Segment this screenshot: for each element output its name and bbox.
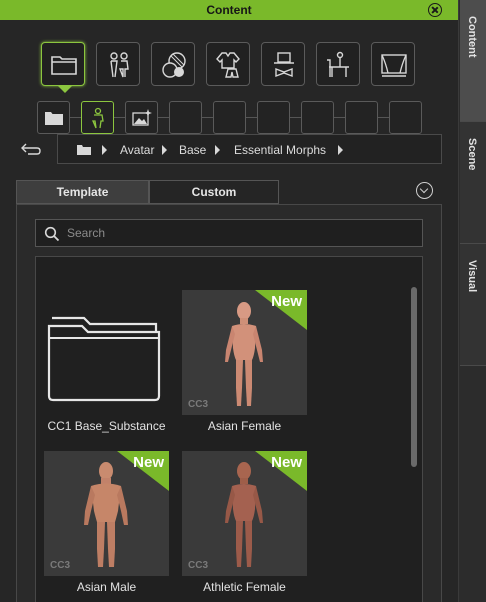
folder-icon[interactable] [76,143,92,156]
avatar-thumbnail: New CC3 [44,451,169,576]
cc3-tag: CC3 [188,399,209,410]
sub-avatar-button[interactable] [81,101,114,134]
sub-empty-slot[interactable] [301,101,334,134]
materials-icon [162,52,186,78]
category-stage-button[interactable] [371,42,415,86]
image-edit-icon [132,109,152,126]
search-icon [44,226,60,242]
breadcrumb: Avatar Base Essential Morphs [57,134,442,164]
breadcrumb-arrow [215,145,220,155]
prop-icon [327,51,349,77]
tab-template[interactable]: Template [16,180,149,204]
folder-thumbnail [44,290,169,415]
item-label: Asian Female [207,419,282,433]
cc3-tag: CC3 [50,560,71,571]
back-arrow-icon[interactable] [20,142,42,156]
category-materials-button[interactable] [151,42,195,86]
new-badge-label: New [271,293,302,310]
item-label: CC1 Base_Substance [47,419,166,433]
sub-empty-slot[interactable] [345,101,378,134]
breadcrumb-arrow [102,145,107,155]
search-box [35,219,423,247]
avatar-thumbnail: New CC3 [182,290,307,415]
folder-icon [51,56,77,75]
close-icon[interactable] [428,3,442,17]
category-avatar-button[interactable] [96,42,140,86]
tab-scene[interactable]: Scene [460,122,486,244]
breadcrumb-arrow [162,145,167,155]
sub-empty-slot[interactable] [257,101,290,134]
category-clothes-button[interactable] [206,42,250,86]
tab-content-label: Content [466,16,478,58]
active-category-pointer [58,86,72,93]
window-title: Content [206,3,252,17]
avatar-thumbnail: New CC3 [182,451,307,576]
item-label: Asian Male [76,580,137,594]
item-label: Athletic Female [203,580,286,594]
chevron-down-icon[interactable] [416,182,433,199]
breadcrumb-arrow [338,145,343,155]
folder-icon [47,316,161,402]
category-prop-button[interactable] [316,42,360,86]
breadcrumb-base[interactable]: Base [179,143,206,157]
accessory-icon [274,52,294,78]
new-badge-label: New [271,454,302,471]
scrollbar-thumb[interactable] [411,287,417,467]
sub-folder-button[interactable] [37,101,70,134]
sub-image-button[interactable] [125,101,158,134]
tab-scene-label: Scene [466,138,478,171]
sub-empty-slot[interactable] [169,101,202,134]
clothes-icon [216,52,240,78]
sub-empty-slot[interactable] [389,101,422,134]
folder-icon [45,112,63,125]
search-input[interactable] [67,224,407,242]
avatar-pair-icon [110,52,129,78]
tab-content[interactable]: Content [460,0,486,122]
new-badge-label: New [133,454,164,471]
stage-icon [381,54,407,77]
avatar-body-icon [92,107,104,129]
breadcrumb-avatar[interactable]: Avatar [120,143,154,157]
title-bar: Content [0,0,458,20]
cc3-tag: CC3 [188,560,209,571]
category-accessory-button[interactable] [261,42,305,86]
tab-visual-label: Visual [466,260,478,293]
category-folder-button[interactable] [41,42,85,86]
sub-empty-slot[interactable] [213,101,246,134]
tab-visual[interactable]: Visual [460,244,486,366]
side-tab-bar: Content Scene Visual [458,0,486,602]
breadcrumb-essential-morphs[interactable]: Essential Morphs [234,143,326,157]
tab-custom[interactable]: Custom [149,180,279,204]
